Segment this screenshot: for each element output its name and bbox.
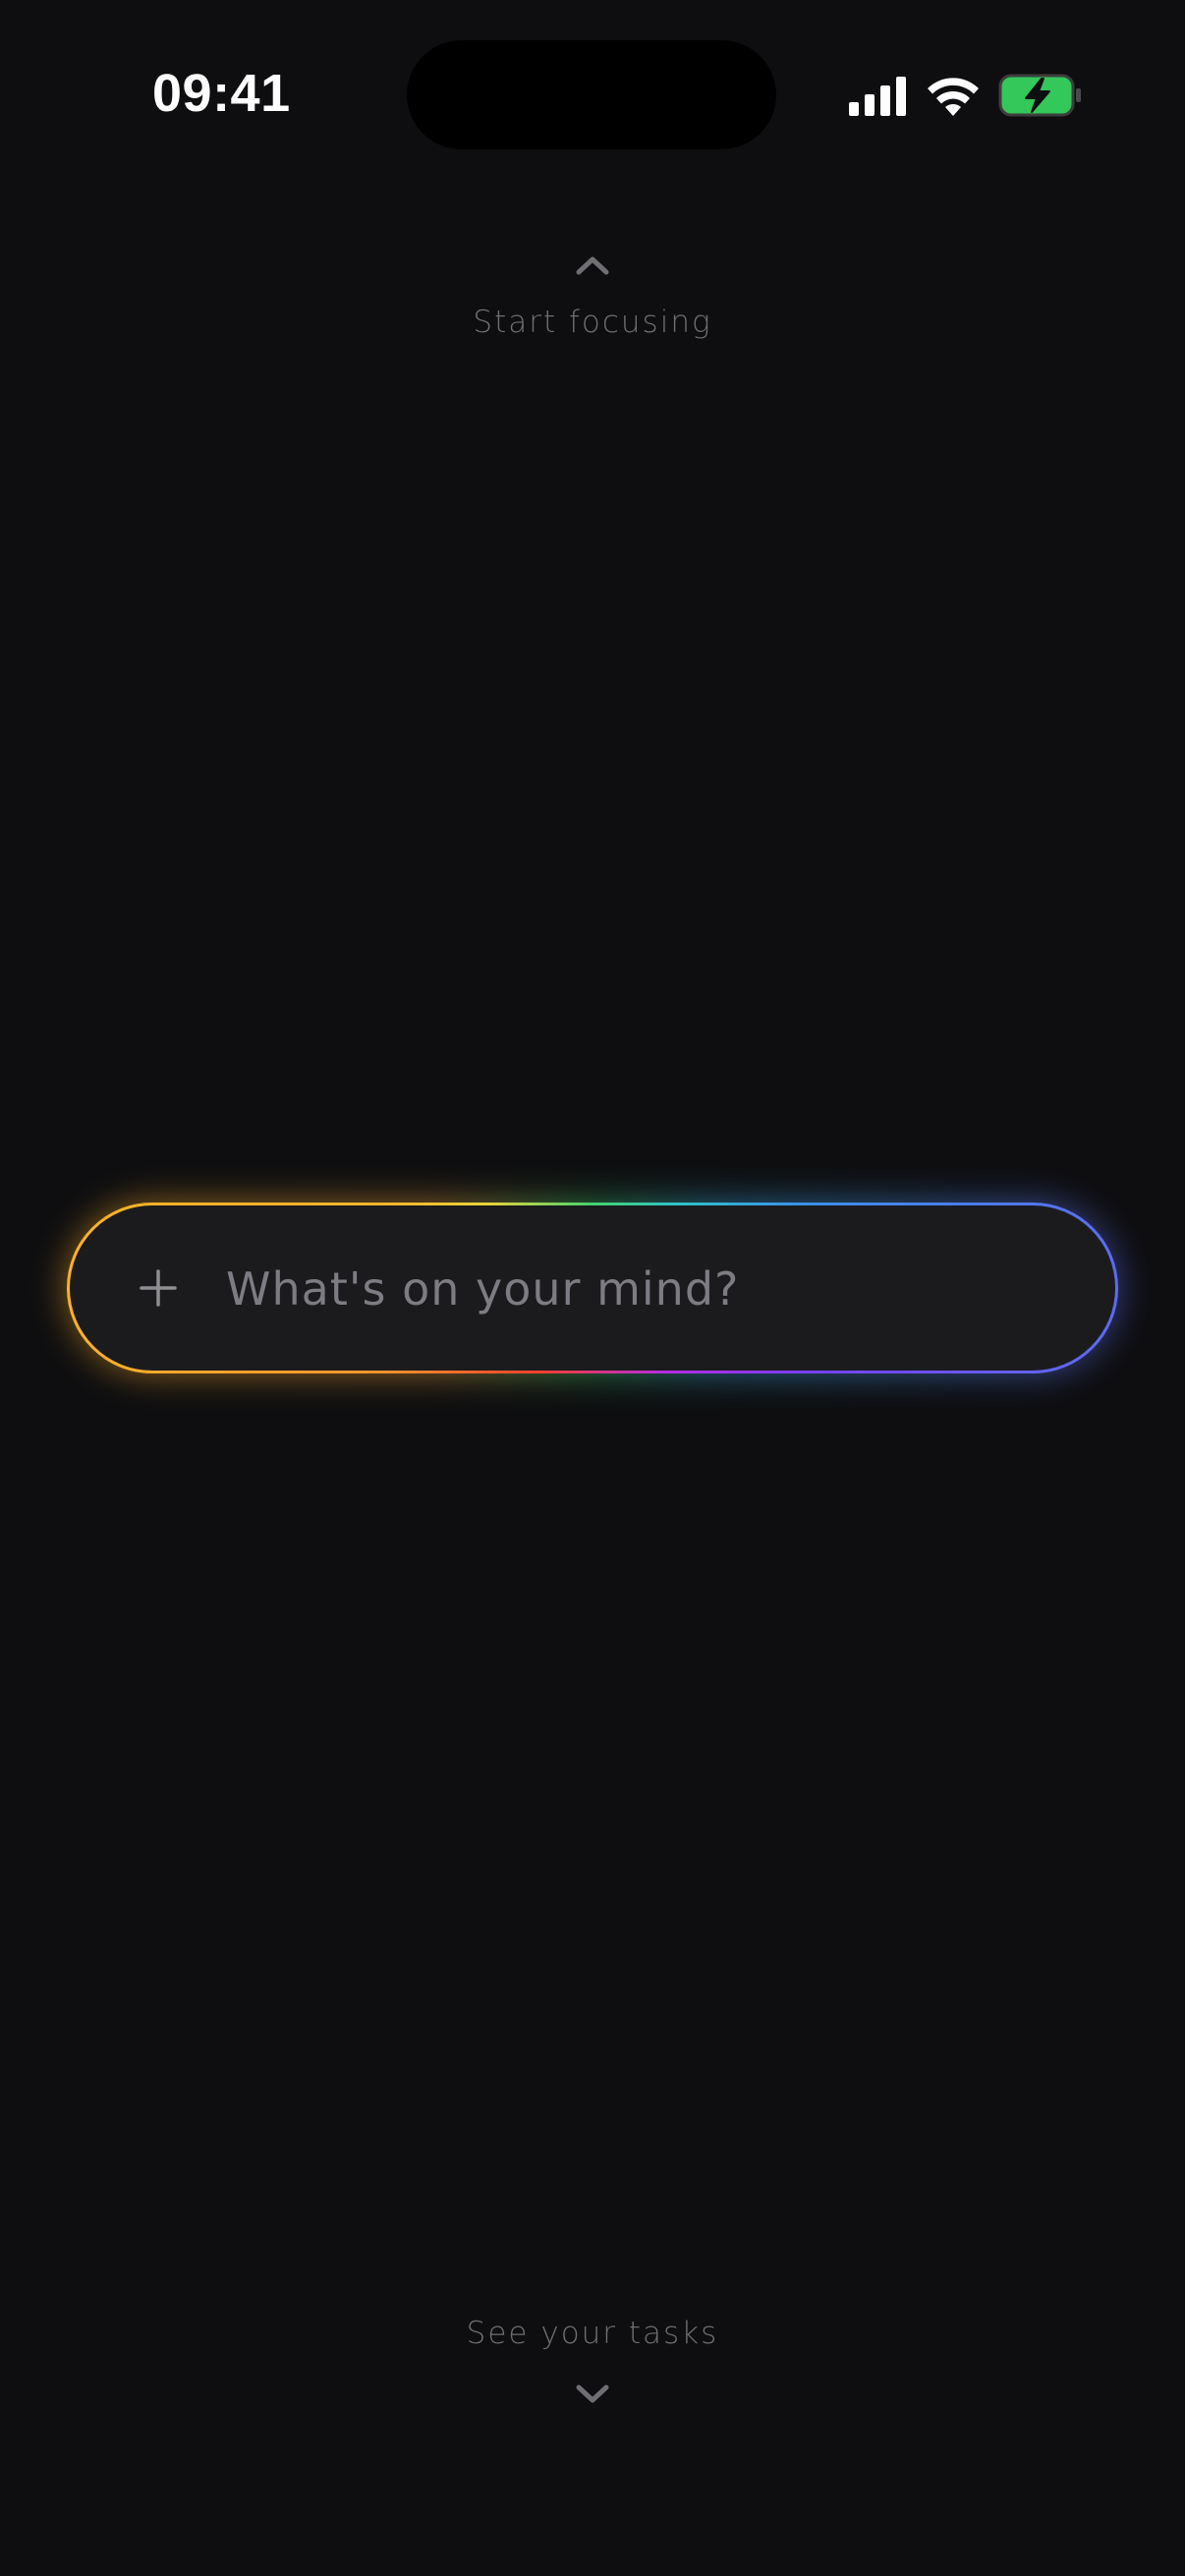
signal-icon [849, 77, 906, 116]
start-focusing-label[interactable]: Start focusing [0, 305, 1185, 340]
chevron-down-icon[interactable] [573, 2382, 612, 2406]
see-your-tasks-label[interactable]: See your tasks [0, 2316, 1185, 2351]
wifi-icon [928, 78, 979, 116]
chevron-up-icon[interactable] [573, 253, 612, 277]
plus-icon[interactable] [139, 1268, 178, 1308]
status-time: 09:41 [152, 64, 291, 123]
screen: 09:41 Start focusing See your tasks [0, 0, 1185, 2576]
battery-charging-icon [998, 74, 1081, 117]
dynamic-island [407, 40, 776, 149]
thought-input[interactable] [226, 1240, 1071, 1338]
